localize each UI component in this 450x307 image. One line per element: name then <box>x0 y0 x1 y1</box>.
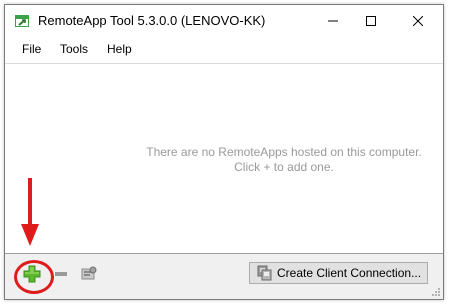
empty-message: There are no RemoteApps hosted on this c… <box>5 145 443 175</box>
close-icon <box>413 16 423 26</box>
window-title: RemoteApp Tool 5.3.0.0 (LENOVO-KK) <box>38 13 266 28</box>
empty-message-line1: There are no RemoteApps hosted on this c… <box>146 145 422 159</box>
menu-help[interactable]: Help <box>107 42 132 56</box>
minimize-button[interactable] <box>314 5 352 37</box>
menu-file[interactable]: File <box>22 42 41 56</box>
add-icon[interactable] <box>23 265 41 283</box>
remoteapp-icon <box>15 15 29 27</box>
create-client-connection-label: Create Client Connection... <box>277 266 422 280</box>
create-client-connection-button[interactable]: Create Client Connection... <box>249 262 428 284</box>
remoteapps-list[interactable]: There are no RemoteApps hosted on this c… <box>5 64 443 254</box>
properties-icon[interactable] <box>81 266 97 282</box>
app-window: RemoteApp Tool 5.3.0.0 (LENOVO-KK) File … <box>4 4 444 300</box>
menu-tools[interactable]: Tools <box>60 42 88 56</box>
close-button[interactable] <box>399 5 437 37</box>
resize-grip-icon[interactable] <box>431 287 441 297</box>
maximize-icon <box>366 16 376 26</box>
maximize-button[interactable] <box>352 5 390 37</box>
menu-bar: File Tools Help <box>5 37 443 64</box>
computer-icon <box>257 265 272 281</box>
minimize-icon <box>328 20 338 22</box>
bottom-toolbar: Create Client Connection... <box>5 254 443 299</box>
title-bar[interactable]: RemoteApp Tool 5.3.0.0 (LENOVO-KK) <box>5 5 443 37</box>
empty-message-line2: Click + to add one. <box>234 160 334 174</box>
remove-icon[interactable] <box>55 272 67 276</box>
